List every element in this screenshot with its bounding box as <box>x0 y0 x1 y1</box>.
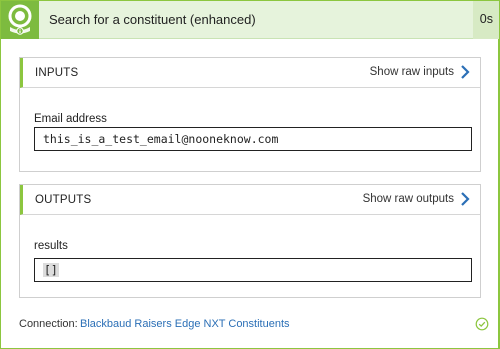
results-label: results <box>34 240 68 252</box>
connection-footer: Connection: Blackbaud Raisers Edge NXT C… <box>19 317 489 333</box>
inputs-section: INPUTS Show raw inputs Email address thi… <box>19 57 481 172</box>
show-raw-inputs-link[interactable]: Show raw inputs <box>370 66 454 78</box>
outputs-title: OUTPUTS <box>35 194 92 206</box>
action-duration: 0s <box>479 12 493 26</box>
inputs-title: INPUTS <box>35 67 79 79</box>
connection-label: Connection: <box>19 318 78 330</box>
results-field[interactable]: [] <box>34 258 472 282</box>
email-address-value: this_is_a_test_email@nooneknow.com <box>43 132 279 146</box>
action-title: Search for a constituent (enhanced) <box>49 12 256 27</box>
chevron-right-icon[interactable] <box>460 192 470 206</box>
inputs-header: INPUTS Show raw inputs <box>20 58 480 88</box>
email-address-label: Email address <box>34 113 107 125</box>
connector-person-icon <box>8 4 32 35</box>
action-header[interactable]: Search for a constituent (enhanced) 0s <box>1 1 499 39</box>
results-value: [] <box>43 263 59 277</box>
outputs-header: OUTPUTS Show raw outputs <box>20 185 480 215</box>
connection-name-link[interactable]: Blackbaud Raisers Edge NXT Constituents <box>80 318 290 330</box>
connector-icon-tile <box>1 1 39 39</box>
outputs-section: OUTPUTS Show raw outputs results [] <box>19 184 481 298</box>
check-circle-icon <box>475 317 489 331</box>
action-card: Search for a constituent (enhanced) 0s I… <box>0 0 500 349</box>
show-raw-outputs-link[interactable]: Show raw outputs <box>363 193 454 205</box>
chevron-right-icon[interactable] <box>460 65 470 79</box>
email-address-field[interactable]: this_is_a_test_email@nooneknow.com <box>34 127 472 151</box>
